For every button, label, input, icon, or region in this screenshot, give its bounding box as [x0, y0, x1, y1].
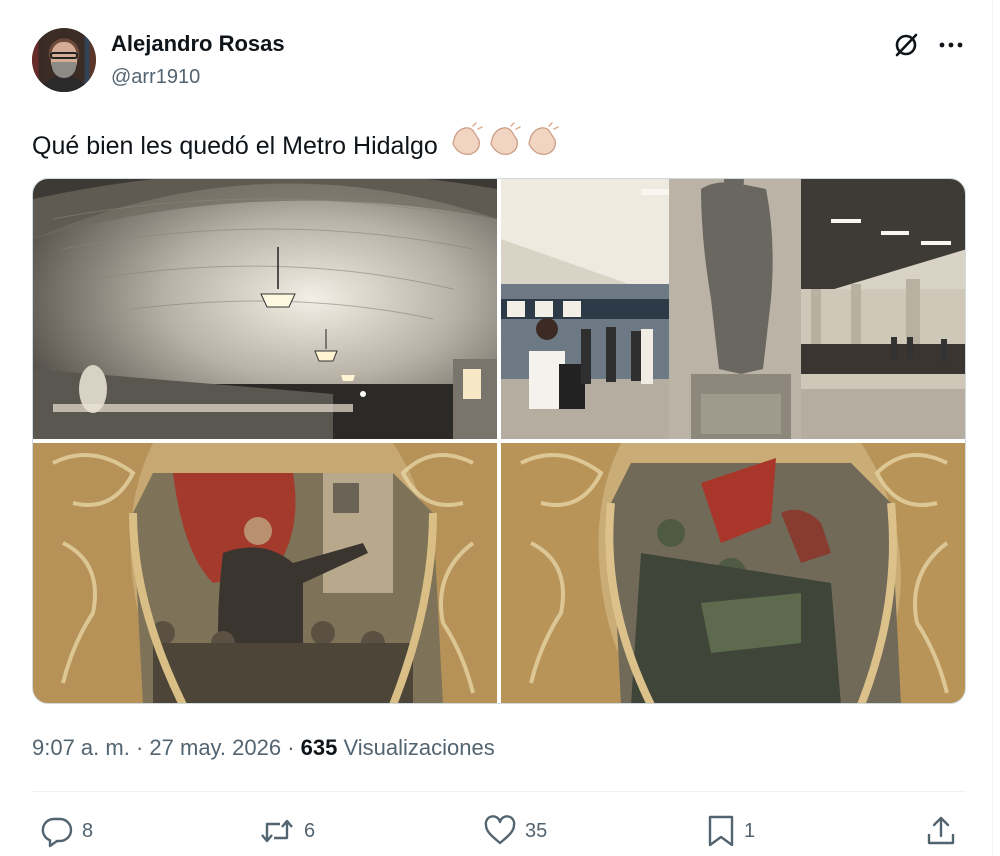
views-label: Visualizaciones — [337, 735, 495, 760]
more-icon[interactable] — [936, 30, 966, 60]
tweet-card: Alejandro Rosas @arr1910 Qué bien les qu… — [0, 0, 993, 856]
platform-statue-photo[interactable] — [501, 179, 965, 439]
views-count: 635 — [300, 735, 338, 760]
retweet-icon — [258, 814, 296, 848]
bookmark-button[interactable]: 1 — [706, 814, 755, 848]
tweet-text-body: Qué bien les quedó el Metro Hidalgo — [32, 132, 438, 160]
media-grid — [32, 178, 966, 704]
reply-button[interactable]: 8 — [40, 814, 93, 848]
tweet-time[interactable]: 9:07 a. m. — [32, 735, 130, 760]
share-icon — [924, 814, 958, 848]
grok-icon[interactable] — [891, 30, 921, 60]
reply-icon — [40, 814, 74, 848]
divider — [32, 791, 966, 792]
meta-separator: · — [129, 735, 150, 760]
mosaic-red-banner-photo[interactable] — [33, 443, 497, 703]
mosaic-soldiers-photo[interactable] — [501, 443, 965, 703]
like-button[interactable]: 35 — [483, 814, 547, 848]
tweet-text: Qué bien les quedó el Metro Hidalgo — [32, 122, 561, 161]
vaulted-ceiling-photo[interactable] — [33, 179, 497, 439]
reply-count: 8 — [82, 819, 94, 842]
bookmark-icon — [706, 814, 736, 848]
retweet-count: 6 — [304, 819, 316, 842]
meta-separator: · — [281, 735, 301, 760]
avatar[interactable] — [32, 28, 96, 92]
tweet-date[interactable]: 27 may. 2026 — [149, 735, 281, 760]
tweet-meta: 9:07 a. m. · 27 may. 2026 · 635 Visualiz… — [32, 735, 495, 761]
author-handle[interactable]: @arr1910 — [111, 66, 200, 89]
author-name[interactable]: Alejandro Rosas — [111, 31, 285, 57]
clapping-hands-emoji — [449, 122, 561, 158]
bookmark-count: 1 — [744, 819, 756, 842]
like-icon — [483, 814, 517, 848]
retweet-button[interactable]: 6 — [258, 814, 315, 848]
like-count: 35 — [525, 819, 548, 842]
share-button[interactable] — [924, 814, 958, 848]
